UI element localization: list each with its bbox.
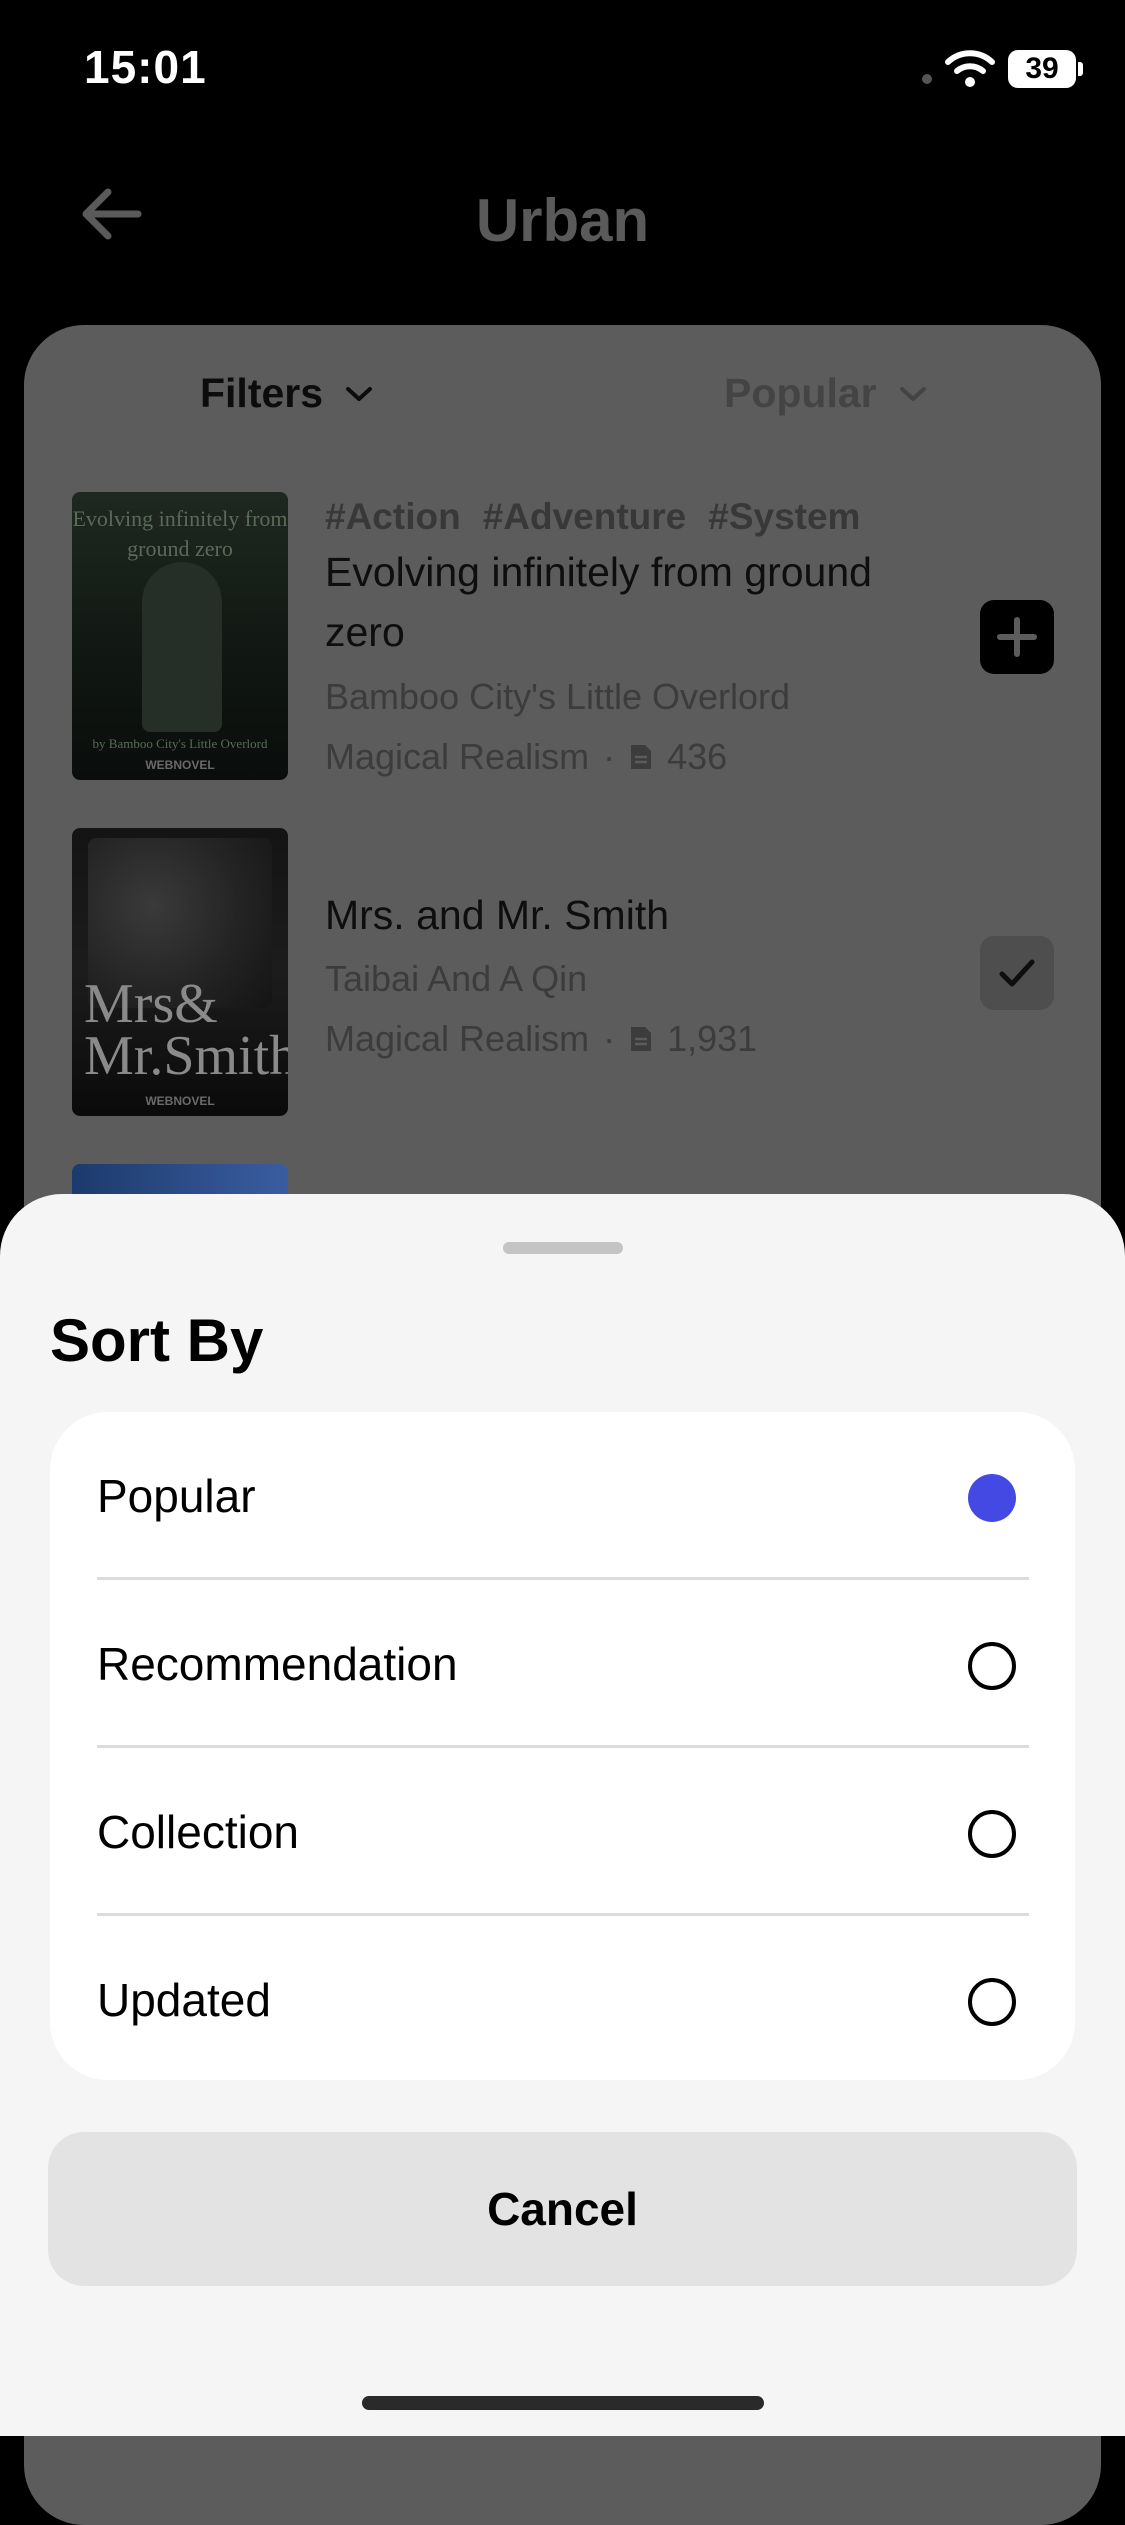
cover-figure — [142, 562, 222, 732]
book-title[interactable]: Evolving infinitely from ground zero — [325, 542, 925, 662]
cover-title: Mrs& Mr.Smith — [84, 973, 288, 1087]
battery-icon: 39 — [1008, 50, 1076, 88]
battery-level: 39 — [1025, 52, 1059, 85]
document-icon — [631, 1027, 652, 1051]
meta-separator: · — [603, 1018, 616, 1059]
cover-brand: WEBNOVEL — [145, 1094, 215, 1108]
wifi-icon — [945, 50, 995, 87]
status-dot — [922, 74, 932, 84]
add-to-library-button[interactable] — [980, 600, 1054, 674]
sort-dropdown[interactable]: Popular — [724, 370, 927, 417]
sort-label: Popular — [724, 370, 877, 416]
option-label: Updated — [97, 1974, 271, 2026]
option-label: Popular — [97, 1470, 256, 1522]
book-title[interactable]: Mrs. and Mr. Smith — [325, 885, 925, 945]
filters-label: Filters — [200, 370, 324, 416]
sort-options-card: Popular Recommendation Collection Update… — [50, 1412, 1075, 2080]
option-label: Collection — [97, 1806, 299, 1858]
book-cover[interactable]: Mrs& Mr.Smith WEBNOVEL — [72, 828, 288, 1116]
book-chapters: 436 — [667, 736, 728, 777]
check-icon — [999, 959, 1035, 987]
book-meta: Magical Realism · 1,931 — [325, 1018, 757, 1060]
meta-separator: · — [603, 736, 616, 777]
sheet-grabber[interactable] — [503, 1242, 623, 1254]
book-cover[interactable]: Evolving infinitely from ground zero by … — [72, 492, 288, 780]
sheet-title: Sort By — [50, 1307, 264, 1374]
cancel-button[interactable]: Cancel — [48, 2132, 1077, 2286]
book-genre: Magical Realism — [325, 736, 590, 777]
chevron-down-icon — [346, 386, 373, 401]
radio-unselected-icon[interactable] — [968, 1810, 1016, 1858]
home-indicator — [362, 2396, 764, 2410]
radio-selected-icon[interactable] — [968, 1474, 1016, 1522]
radio-unselected-icon[interactable] — [968, 1978, 1016, 2026]
book-author: Bamboo City's Little Overlord — [325, 676, 791, 717]
in-library-button[interactable] — [980, 936, 1054, 1010]
plus-icon — [997, 617, 1037, 657]
book-tags: #Action #Adventure #System — [325, 496, 860, 538]
battery-nub — [1078, 62, 1083, 76]
tag[interactable]: #Action — [325, 496, 461, 538]
option-label: Recommendation — [97, 1638, 458, 1690]
tag[interactable]: #System — [708, 496, 860, 538]
filters-dropdown[interactable]: Filters — [200, 370, 373, 417]
status-time: 15:01 — [84, 41, 207, 93]
chevron-down-icon — [899, 386, 926, 401]
cover-author: by Bamboo City's Little Overlord — [92, 736, 268, 751]
sort-option-updated[interactable]: Updated — [50, 1916, 1075, 2084]
book-chapters: 1,931 — [667, 1018, 758, 1059]
book-meta: Magical Realism · 436 — [325, 736, 727, 778]
radio-unselected-icon[interactable] — [968, 1642, 1016, 1690]
cover-brand: WEBNOVEL — [145, 758, 215, 772]
sort-option-recommendation[interactable]: Recommendation — [50, 1580, 1075, 1748]
page-title: Urban — [475, 187, 650, 254]
book-author: Taibai And A Qin — [325, 958, 588, 999]
book-genre: Magical Realism — [325, 1018, 590, 1059]
document-icon — [631, 745, 652, 769]
sort-option-collection[interactable]: Collection — [50, 1748, 1075, 1916]
tag[interactable]: #Adventure — [483, 496, 687, 538]
sort-option-popular[interactable]: Popular — [50, 1412, 1075, 1580]
cover-title: Evolving infinitely from ground zero — [72, 506, 288, 561]
